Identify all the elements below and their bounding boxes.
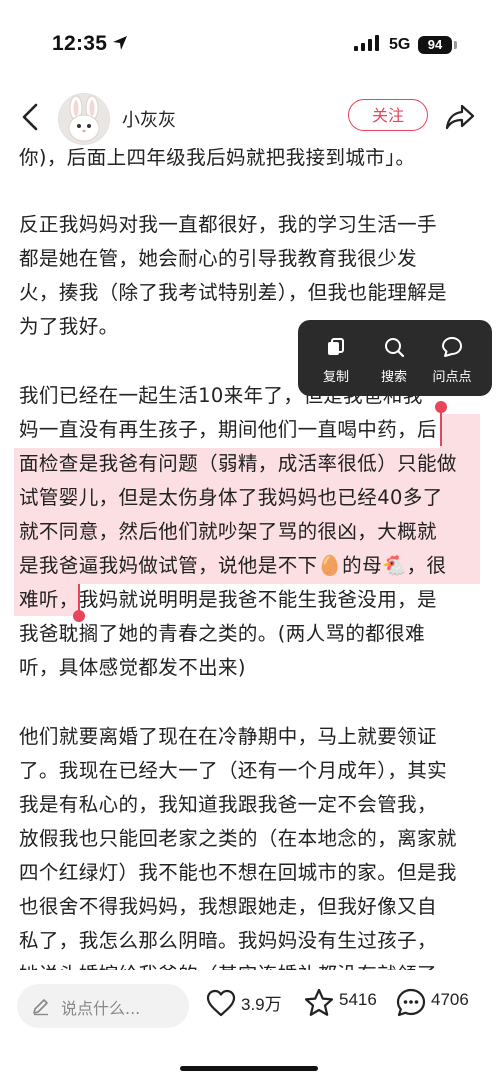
post-body: 你)，后面上四年级我后妈就把我接到城市」。 反正我妈妈对我一直都很好，我的学习生… [0,148,497,970]
selection-end-handle[interactable] [73,610,85,622]
signal-icon [354,35,379,51]
author-name[interactable]: 小灰灰 [122,106,176,132]
likes-count: 3.9万 [241,995,282,1014]
comments-count: 4706 [431,990,469,1009]
rabbit-avatar-icon [59,94,109,144]
text-line: 你)，后面上四年级我后妈就把我接到城市」。 [19,148,416,169]
post-header: 小灰灰 关注 [0,88,497,148]
text-line: 是我爸逼我妈做试管，说他是不下🥚的母🐔，很 [19,554,447,577]
text-line: 火，揍我（除了我考试特别差），但我也能理解是 [19,281,448,304]
text-line: 她说头婚嫁给我爸的（甚实连婚礼都没有就领了 [19,960,437,970]
back-chevron-icon[interactable] [18,102,42,132]
text-line: 了。我现在已经大一了（还有一个月成年），其实 [19,759,448,782]
location-arrow-icon [113,36,127,50]
selection-start-stem [440,410,442,446]
status-time: 12:35 [52,32,108,55]
text-line: 都是她在管，她会耐心的引导我教育我很少发 [19,247,418,270]
ask-menu-item[interactable]: 问点点 [422,320,482,396]
selection-highlight [440,414,480,448]
text-line: 放假我也只能回老家之类的（在本地念的，离家就 [19,827,457,850]
search-label: 搜索 [380,370,407,385]
text-line: 反正我妈妈对我一直都很好，我的学习生活一手 [19,213,437,236]
share-icon[interactable] [444,102,476,132]
copy-icon [328,338,344,355]
selection-context-menu: 复制 搜索 问点点 [298,320,492,396]
comment-bubble-icon[interactable] [395,987,427,1019]
search-icon [385,338,405,358]
text-line: 我爸耽搁了她的青春之类的。(两人骂的都很难 [19,622,426,645]
home-indicator [180,1066,318,1071]
ask-label: 问点点 [432,370,472,385]
text-line: 也很舍不得我妈妈，我想跟她走，但我好像又自 [19,895,437,918]
network-type: 5G [389,36,411,53]
bottom-action-bar: 说点什么... 3.9万 5416 4706 [0,970,497,1080]
search-menu-item[interactable]: 搜索 [364,320,424,396]
text-line: 我是有私心的，我知道我跟我爸一定不会管我， [19,793,437,816]
chat-bubble-icon [442,337,462,357]
battery-tip [454,41,457,49]
text-line: 妈一直没有再生孩子，期间他们一直喝中药，后 [19,418,437,441]
heart-icon[interactable] [205,988,237,1018]
pencil-icon [33,999,48,1016]
text-line: 就不同意，然后他们就吵架了骂的很凶，大概就 [19,520,437,543]
comment-input[interactable]: 说点什么... [17,984,189,1028]
text-line: 面检查是我爸有问题（弱精，成活率很低）只能做 [19,452,457,475]
follow-button[interactable]: 关注 [348,99,428,131]
author-avatar[interactable] [58,93,110,145]
text-line: 私了，我怎么那么阴暗。我妈妈没有生过孩子， [19,929,437,952]
status-bar: 12:35 5G 94 [0,0,497,92]
star-icon[interactable] [303,987,335,1019]
text-line: 为了我好。 [19,315,119,338]
text-line: 试管婴儿，但是太伤身体了我妈妈也已经40多了 [19,486,443,509]
text-line: 听，具体感觉都发不出来) [19,656,246,679]
battery-indicator: 94 [418,36,452,54]
comment-placeholder: 说点什么... [61,999,141,1018]
favorites-count: 5416 [339,990,377,1009]
text-line: 四个红绿灯）我不能也不想在回城市的家。但是我 [19,861,457,884]
copy-menu-item[interactable]: 复制 [306,320,366,396]
text-line: 他们就要离婚了现在在冷静期中，马上就要领证 [19,725,437,748]
copy-label: 复制 [322,370,349,385]
